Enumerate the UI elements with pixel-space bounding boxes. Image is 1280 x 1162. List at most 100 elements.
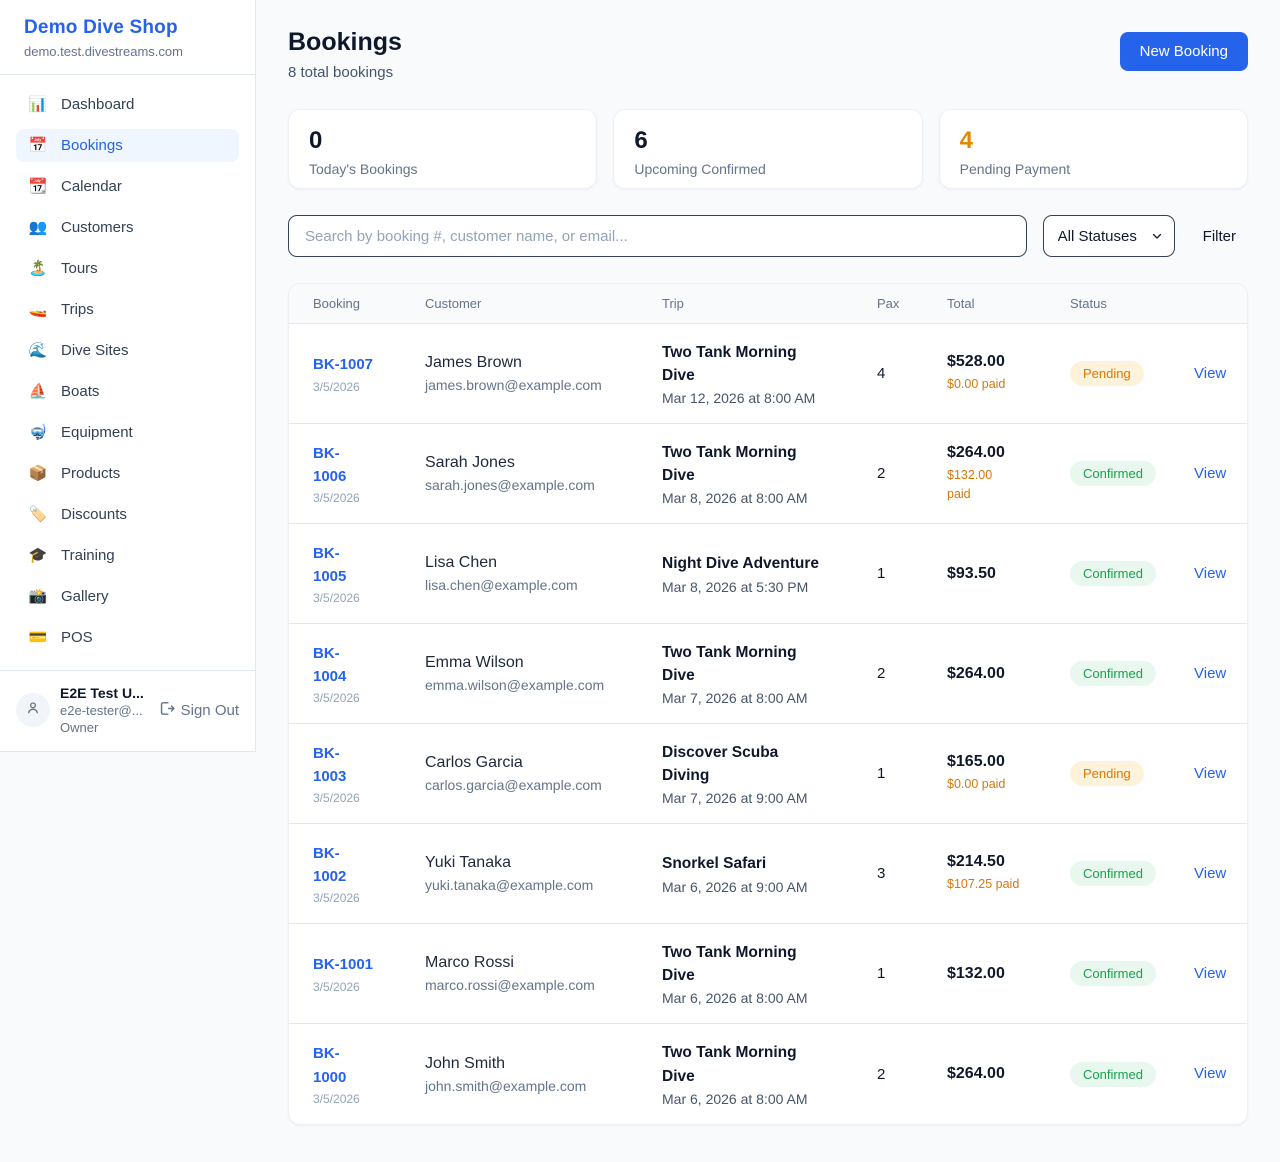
view-link[interactable]: View <box>1194 465 1226 482</box>
booking-cell: BK- 1002 3/5/2026 <box>313 842 425 906</box>
booking-id-link[interactable]: BK- 1003 <box>313 742 425 789</box>
view-link[interactable]: View <box>1194 765 1226 782</box>
customer-cell: Lisa Chen lisa.chen@example.com <box>425 554 662 593</box>
total-amount: $264.00 <box>947 444 1070 462</box>
status-cell: Pending <box>1070 361 1194 386</box>
booking-cell: BK- 1005 3/5/2026 <box>313 542 425 606</box>
total-cell: $528.00 $0.00 paid <box>947 353 1070 393</box>
trip-name: Discover Scuba Diving <box>662 741 877 788</box>
customer-name: Marco Rossi <box>425 954 662 972</box>
pax-count: 1 <box>877 565 947 582</box>
sidebar-item-boats[interactable]: ⛵ Boats <box>16 375 239 408</box>
booking-id-link[interactable]: BK- 1002 <box>313 842 425 889</box>
total-cell: $264.00 $132.00 paid <box>947 444 1070 502</box>
customer-cell: James Brown james.brown@example.com <box>425 354 662 393</box>
booking-id-link[interactable]: BK- 1005 <box>313 542 425 589</box>
customer-name: John Smith <box>425 1055 662 1073</box>
view-link[interactable]: View <box>1194 365 1226 382</box>
stats-row: 0 Today's Bookings 6 Upcoming Confirmed … <box>288 109 1248 189</box>
stat-label: Pending Payment <box>960 161 1227 177</box>
gallery-icon: 📸 <box>28 589 48 604</box>
pax-count: 1 <box>877 965 947 982</box>
sidebar-item-dive-sites[interactable]: 🌊 Dive Sites <box>16 334 239 367</box>
user-info: E2E Test U... e2e-tester@... Owner <box>60 685 148 735</box>
trip-datetime: Mar 12, 2026 at 8:00 AM <box>662 390 877 406</box>
customer-email: carlos.garcia@example.com <box>425 777 662 793</box>
customers-icon: 👥 <box>28 220 48 235</box>
col-header-customer: Customer <box>425 296 662 311</box>
tours-icon: 🏝️ <box>28 261 48 276</box>
sidebar-item-equipment[interactable]: 🤿 Equipment <box>16 416 239 449</box>
sidebar-item-discounts[interactable]: 🏷️ Discounts <box>16 498 239 531</box>
booking-cell: BK- 1004 3/5/2026 <box>313 642 425 706</box>
customer-name: Carlos Garcia <box>425 754 662 772</box>
status-select-wrap: All Statuses <box>1043 215 1175 257</box>
sidebar-item-training[interactable]: 🎓 Training <box>16 539 239 572</box>
status-badge: Pending <box>1070 761 1144 786</box>
training-icon: 🎓 <box>28 548 48 563</box>
booking-cell: BK- 1006 3/5/2026 <box>313 442 425 506</box>
user-icon <box>25 700 41 721</box>
trips-icon: 🚤 <box>28 302 48 317</box>
trip-cell: Snorkel Safari Mar 6, 2026 at 9:00 AM <box>662 852 877 894</box>
pax-count: 3 <box>877 865 947 882</box>
stat-label: Today's Bookings <box>309 161 576 177</box>
sidebar-item-customers[interactable]: 👥 Customers <box>16 211 239 244</box>
sidebar-item-products[interactable]: 📦 Products <box>16 457 239 490</box>
sidebar-item-label: Calendar <box>61 178 122 195</box>
total-amount: $528.00 <box>947 353 1070 371</box>
sidebar-item-bookings[interactable]: 📅 Bookings <box>16 129 239 162</box>
customer-email: sarah.jones@example.com <box>425 477 662 493</box>
sidebar-item-gallery[interactable]: 📸 Gallery <box>16 580 239 613</box>
pax-count: 2 <box>877 665 947 682</box>
stat-value: 6 <box>634 128 901 154</box>
pax-count: 2 <box>877 465 947 482</box>
booking-id-link[interactable]: BK- 1000 <box>313 1042 425 1089</box>
table-header-row: Booking Customer Trip Pax Total Status <box>289 284 1247 324</box>
view-link[interactable]: View <box>1194 665 1226 682</box>
total-cell: $93.50 <box>947 565 1070 583</box>
pax-count: 2 <box>877 1066 947 1083</box>
controls-row: All Statuses Filter <box>288 215 1248 257</box>
sidebar-item-label: POS <box>61 629 93 646</box>
actions-cell: View <box>1194 365 1223 383</box>
customer-name: Lisa Chen <box>425 554 662 572</box>
user-name: E2E Test U... <box>60 685 148 701</box>
paid-amount: $132.00 paid <box>947 466 1070 502</box>
booking-id-link[interactable]: BK-1007 <box>313 353 425 376</box>
table-body: BK-1007 3/5/2026 James Brown james.brown… <box>289 324 1247 1124</box>
status-filter-select[interactable]: All Statuses <box>1043 215 1175 257</box>
paid-amount: $0.00 paid <box>947 775 1070 793</box>
trip-cell: Two Tank Morning Dive Mar 6, 2026 at 8:0… <box>662 1041 877 1107</box>
status-cell: Confirmed <box>1070 961 1194 986</box>
view-link[interactable]: View <box>1194 965 1226 982</box>
booking-id-link[interactable]: BK- 1006 <box>313 442 425 489</box>
booking-id-link[interactable]: BK- 1004 <box>313 642 425 689</box>
booking-id-link[interactable]: BK-1001 <box>313 953 425 976</box>
view-link[interactable]: View <box>1194 565 1226 582</box>
customer-name: Emma Wilson <box>425 654 662 672</box>
actions-cell: View <box>1194 765 1223 783</box>
pos-icon: 💳 <box>28 630 48 645</box>
col-header-booking: Booking <box>313 296 425 311</box>
sign-out-button[interactable]: Sign Out <box>158 700 239 721</box>
col-header-pax: Pax <box>877 296 947 311</box>
view-link[interactable]: View <box>1194 1065 1226 1082</box>
sidebar-item-pos[interactable]: 💳 POS <box>16 621 239 654</box>
sidebar-item-calendar[interactable]: 📆 Calendar <box>16 170 239 203</box>
col-header-status: Status <box>1070 296 1194 311</box>
total-cell: $165.00 $0.00 paid <box>947 753 1070 793</box>
shop-name: Demo Dive Shop <box>24 17 231 39</box>
view-link[interactable]: View <box>1194 865 1226 882</box>
search-input[interactable] <box>288 215 1027 257</box>
trip-name: Two Tank Morning Dive <box>662 441 877 488</box>
filter-button[interactable]: Filter <box>1191 228 1248 245</box>
customer-name: James Brown <box>425 354 662 372</box>
boats-icon: ⛵ <box>28 384 48 399</box>
trip-cell: Two Tank Morning Dive Mar 6, 2026 at 8:0… <box>662 941 877 1007</box>
sidebar-item-dashboard[interactable]: 📊 Dashboard <box>16 88 239 121</box>
sidebar-item-tours[interactable]: 🏝️ Tours <box>16 252 239 285</box>
trip-datetime: Mar 7, 2026 at 9:00 AM <box>662 790 877 806</box>
new-booking-button[interactable]: New Booking <box>1120 32 1248 71</box>
sidebar-item-trips[interactable]: 🚤 Trips <box>16 293 239 326</box>
